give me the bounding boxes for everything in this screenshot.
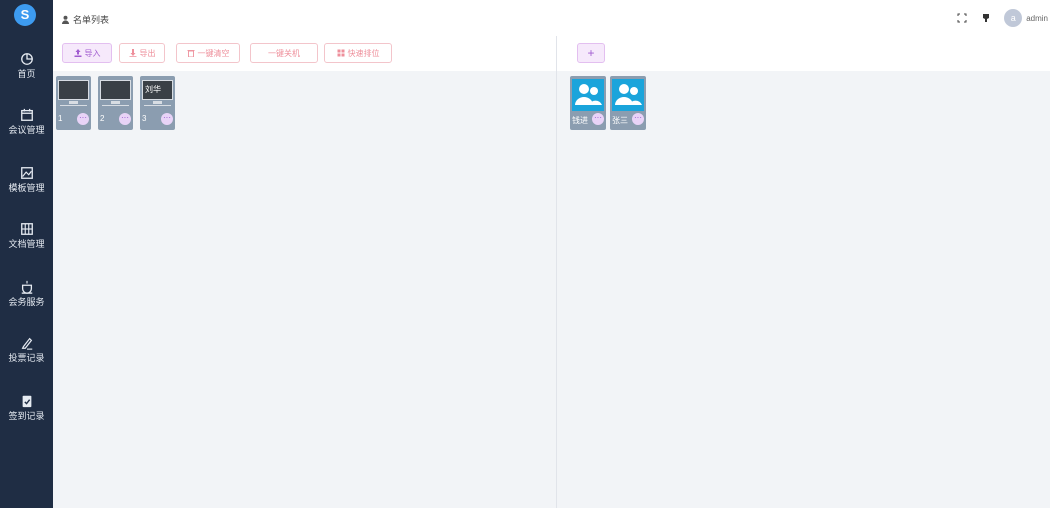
sidebar-item-services[interactable]: 会务服务 xyxy=(0,280,53,328)
device-number: 2 xyxy=(100,114,105,123)
pin-icon[interactable] xyxy=(980,12,992,24)
participant-name: 钱进 xyxy=(572,116,588,125)
export-button[interactable]: 导出 xyxy=(119,43,165,63)
sidebar-item-label: 签到记录 xyxy=(8,411,45,421)
sidebar-item-checkin[interactable]: 签到记录 xyxy=(0,394,53,442)
sidebar-item-label: 模板管理 xyxy=(8,183,45,193)
more-options-icon[interactable]: ··· xyxy=(119,113,131,125)
sidebar-item-meetings[interactable]: 会议管理 xyxy=(0,108,53,156)
top-header: 名单列表 a admin xyxy=(53,0,1050,36)
device-tile[interactable]: 1 ··· xyxy=(56,76,91,130)
header-actions: a admin xyxy=(956,9,1050,27)
monitor-stand xyxy=(153,101,162,104)
breadcrumb-text: 名单列表 xyxy=(73,15,110,25)
user-name[interactable]: admin xyxy=(1026,14,1048,23)
people-icon xyxy=(572,79,604,111)
quick-sort-button[interactable]: 快速排位 xyxy=(324,43,392,63)
avatar[interactable]: a xyxy=(1004,9,1023,27)
shutdown-all-button[interactable]: 一键关机 xyxy=(250,43,318,63)
more-options-icon[interactable]: ··· xyxy=(632,113,644,125)
people-icon xyxy=(612,79,644,111)
clear-all-button[interactable]: 一键清空 xyxy=(176,43,240,63)
grid-icon xyxy=(337,49,344,57)
calendar-icon xyxy=(20,108,33,121)
user-icon xyxy=(61,15,70,24)
app-logo[interactable]: S xyxy=(14,4,36,26)
more-options-icon[interactable]: ··· xyxy=(161,113,173,125)
export-label: 导出 xyxy=(139,48,156,58)
sidebar-item-label: 文档管理 xyxy=(8,239,45,249)
trash-icon xyxy=(187,50,194,57)
sidebar: S 首页 会议管理 模板管理 文档管理 会务服务 投票记录 签到记录 xyxy=(0,0,53,508)
sidebar-item-templates[interactable]: 模板管理 xyxy=(0,166,53,214)
monitor-icon: 刘华 xyxy=(142,80,173,100)
monitor-icon xyxy=(58,80,89,100)
clipboard-check-icon xyxy=(22,395,31,408)
participant-tile[interactable]: 张三 ··· xyxy=(610,76,646,130)
pen-icon xyxy=(21,337,32,350)
sidebar-item-label: 会务服务 xyxy=(8,297,45,307)
fullscreen-icon[interactable] xyxy=(956,12,968,24)
sidebar-item-home[interactable]: 首页 xyxy=(0,52,53,100)
participant-name: 张三 xyxy=(612,116,628,125)
add-participant-button[interactable]: + xyxy=(577,43,605,63)
clear-all-label: 一键清空 xyxy=(197,48,230,58)
device-number: 3 xyxy=(142,114,147,123)
sidebar-item-label: 投票记录 xyxy=(8,353,45,363)
quick-sort-label: 快速排位 xyxy=(347,48,380,58)
sidebar-item-label: 首页 xyxy=(17,69,36,79)
import-button[interactable]: 导入 xyxy=(62,43,112,63)
monitor-stand xyxy=(111,101,120,104)
participant-tile[interactable]: 钱进 ··· xyxy=(570,76,606,130)
device-tile[interactable]: 2 ··· xyxy=(98,76,133,130)
monitor-base xyxy=(102,105,129,106)
device-name: 刘华 xyxy=(145,85,161,94)
sidebar-item-votes[interactable]: 投票记录 xyxy=(0,336,53,384)
device-tile[interactable]: 刘华 3 ··· xyxy=(140,76,175,130)
device-panel: 导入 导出 一键清空 一键关机 快速排位 1 ··· 2 ··· 刘华 3 ··… xyxy=(53,36,556,508)
sidebar-item-label: 会议管理 xyxy=(8,125,45,135)
image-icon xyxy=(20,167,33,179)
more-options-icon[interactable]: ··· xyxy=(77,113,89,125)
monitor-base xyxy=(60,105,87,106)
monitor-stand xyxy=(69,101,78,104)
download-icon xyxy=(129,49,136,57)
device-number: 1 xyxy=(58,114,63,123)
sidebar-item-documents[interactable]: 文档管理 xyxy=(0,222,53,270)
participant-toolbar: + xyxy=(557,36,1050,71)
import-label: 导入 xyxy=(84,48,101,58)
device-toolbar: 导入 导出 一键清空 一键关机 快速排位 xyxy=(53,36,556,71)
more-options-icon[interactable]: ··· xyxy=(592,113,604,125)
upload-icon xyxy=(74,49,81,57)
cup-icon xyxy=(21,280,32,294)
shutdown-all-label: 一键关机 xyxy=(268,48,300,58)
participant-panel: + 钱进 ··· 张三 ··· xyxy=(557,36,1050,508)
dashboard-icon xyxy=(20,53,33,65)
breadcrumb: 名单列表 xyxy=(61,13,109,26)
monitor-base xyxy=(144,105,171,106)
monitor-icon xyxy=(100,80,131,100)
film-icon xyxy=(20,223,33,235)
